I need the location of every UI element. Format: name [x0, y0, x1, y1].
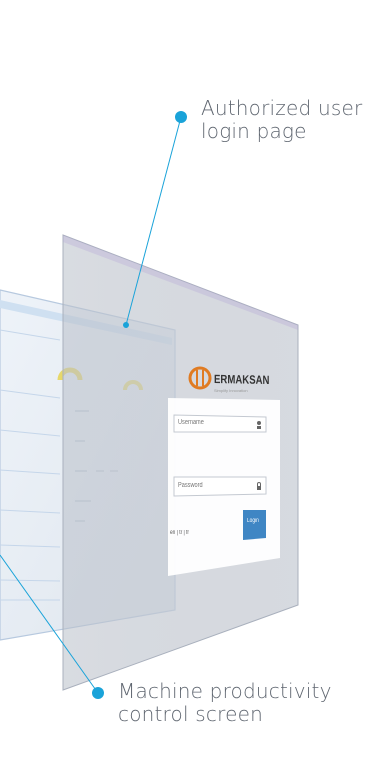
login-page-callout: Authorized user login page	[201, 96, 363, 143]
login-callout-dot	[175, 111, 187, 123]
illustration-stage: ERMAKSAN Simplify Innovation Username Pa…	[0, 0, 382, 765]
username-field[interactable]: Username	[178, 419, 204, 426]
language-selector[interactable]: en | tr | fr	[170, 530, 189, 536]
productivity-callout-dot	[92, 687, 104, 699]
login-button[interactable]: Login	[247, 518, 259, 524]
login-screen	[62, 234, 299, 691]
login-callout-anchor	[123, 322, 129, 328]
productivity-screen-callout: Machine productivity control screen	[118, 679, 332, 726]
login-button-shape	[243, 510, 266, 540]
brand-name: ERMAKSAN	[214, 372, 270, 387]
brand-tagline: Simplify Innovation	[214, 388, 248, 393]
password-field[interactable]: Password	[178, 482, 203, 489]
